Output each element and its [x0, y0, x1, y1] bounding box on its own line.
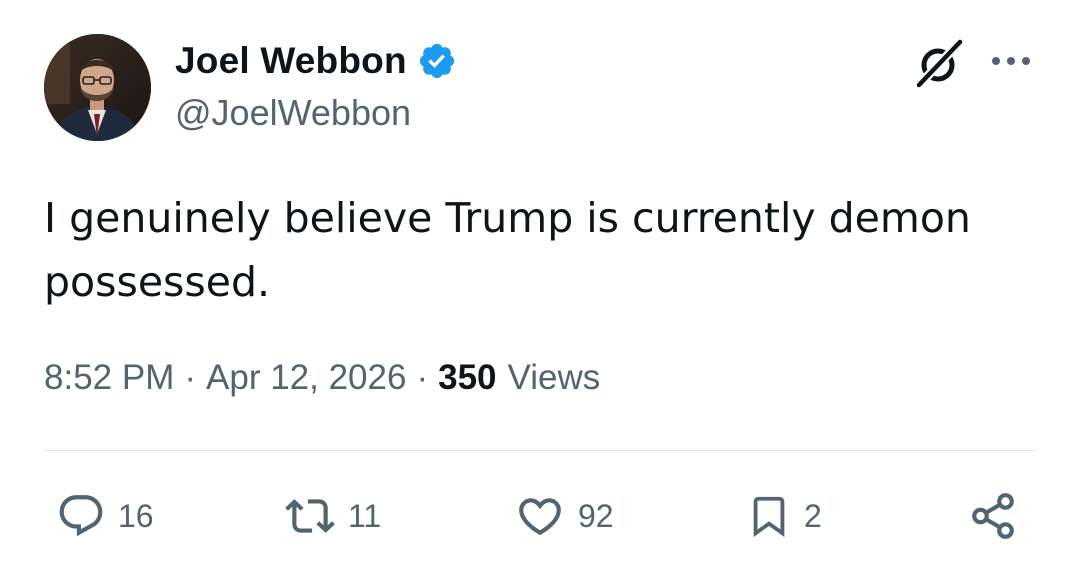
- bookmark-icon: [753, 496, 785, 537]
- avatar-image: [44, 34, 151, 141]
- heart-icon: [519, 498, 561, 536]
- meta-separator: ·: [416, 358, 429, 397]
- avatar[interactable]: [44, 34, 151, 141]
- display-name-row: Joel Webbon: [175, 38, 457, 84]
- bookmark-button[interactable]: 2: [746, 490, 822, 542]
- divider: [44, 450, 1035, 451]
- verified-badge-icon[interactable]: [417, 41, 457, 81]
- tweet-text: I genuinely believe Trump is currently d…: [44, 194, 971, 306]
- like-count: 92: [578, 497, 614, 534]
- meta-separator: ·: [184, 358, 197, 397]
- reply-icon: [59, 495, 103, 537]
- reply-count: 16: [118, 497, 154, 534]
- repost-icon: [285, 499, 335, 533]
- share-icon: [972, 493, 1014, 539]
- views-label: Views: [507, 358, 601, 397]
- tweet-meta: 8:52 PM · Apr 12, 2026 · 350 Views: [44, 356, 600, 400]
- display-name[interactable]: Joel Webbon: [175, 40, 407, 82]
- tweet-card: Joel Webbon @JoelWebbon I genuinely beli…: [0, 0, 1079, 574]
- share-button[interactable]: [968, 490, 1018, 542]
- bookmark-count: 2: [804, 497, 822, 534]
- more-horizontal-icon[interactable]: [988, 48, 1034, 74]
- tweet-time[interactable]: 8:52 PM: [44, 358, 174, 398]
- tweet-date[interactable]: Apr 12, 2026: [206, 358, 406, 398]
- reply-button[interactable]: 16: [56, 490, 154, 542]
- repost-button[interactable]: 11: [284, 490, 381, 542]
- views-count[interactable]: 350: [438, 358, 496, 398]
- grok-icon[interactable]: [910, 34, 968, 92]
- user-handle[interactable]: @JoelWebbon: [175, 92, 411, 134]
- repost-count: 11: [348, 497, 382, 534]
- like-button[interactable]: 92: [514, 490, 614, 542]
